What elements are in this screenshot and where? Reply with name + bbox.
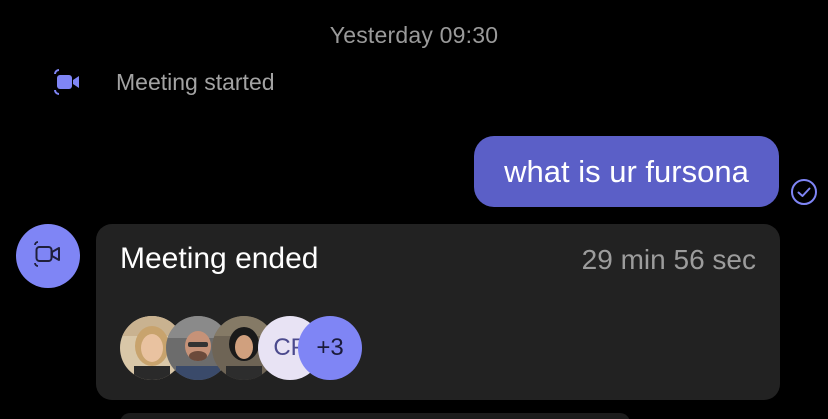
outgoing-message-text: what is ur fursona xyxy=(504,153,749,189)
meeting-ended-card[interactable]: Meeting ended 29 min 56 sec CP +3 xyxy=(96,224,780,400)
meeting-started-label: Meeting started xyxy=(116,68,275,95)
more-participants-badge[interactable]: +3 xyxy=(298,316,362,380)
meeting-duration: 29 min 56 sec xyxy=(581,244,756,275)
outgoing-message-bubble[interactable]: what is ur fursona xyxy=(474,136,779,207)
video-call-icon xyxy=(34,240,62,272)
message-timestamp: Yesterday 09:30 xyxy=(329,22,499,48)
participant-avatars[interactable]: CP +3 xyxy=(120,316,380,380)
next-message-preview xyxy=(120,413,630,419)
meeting-avatar xyxy=(16,224,80,288)
meeting-started-event: Meeting started xyxy=(52,62,275,102)
meeting-ended-title: Meeting ended xyxy=(120,242,319,275)
read-check-icon xyxy=(790,178,818,206)
video-camera-icon xyxy=(52,62,84,102)
chat-screen: Yesterday 09:30 Meeting started what is … xyxy=(0,0,828,419)
